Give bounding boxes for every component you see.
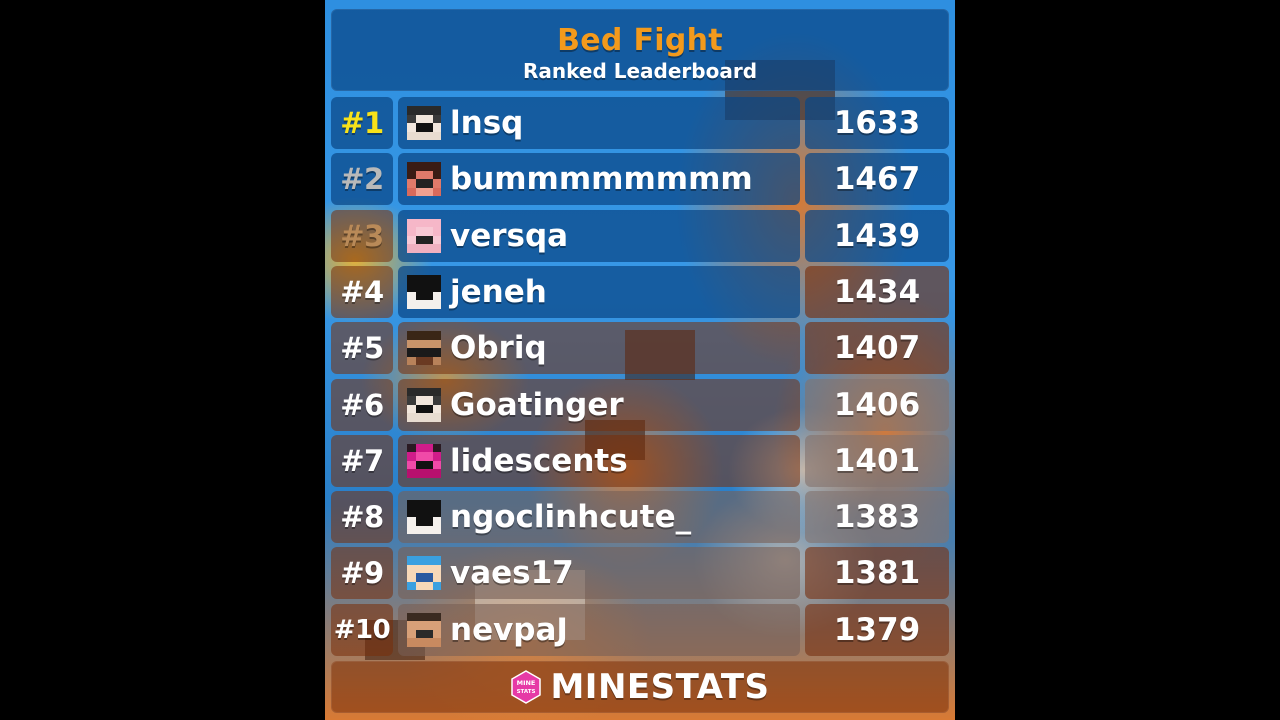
leaderboard-title: Bed Fight [557, 23, 723, 58]
leaderboard-subtitle: Ranked Leaderboard [522, 59, 758, 83]
rank-badge: #8 [331, 491, 393, 544]
player-name: bummmmmmmm [450, 161, 753, 198]
rank-badge: #9 [331, 547, 393, 600]
player-name: jeneh [450, 273, 547, 310]
logo-mark-bottom: STATS [517, 689, 536, 695]
player-score: 1401 [805, 434, 949, 487]
rank-badge: #6 [331, 378, 393, 431]
player-score: 1379 [805, 603, 949, 656]
rank-label: #2 [340, 162, 384, 197]
red-face-icon [407, 162, 441, 197]
player-name: versqa [450, 217, 569, 254]
player-name-cell: Obriq [398, 322, 800, 375]
rank-label: #10 [333, 614, 391, 645]
brand-name: MINESTATS [550, 667, 770, 707]
tan-face-icon [407, 612, 441, 647]
dark-hair-icon [407, 387, 441, 422]
player-name: ngoclinhcute_ [450, 499, 692, 536]
magenta-face-icon [407, 443, 441, 478]
rank-badge: #4 [331, 265, 393, 318]
rank-badge: #3 [331, 209, 393, 262]
rank-label: #6 [340, 387, 384, 422]
player-score: 1407 [805, 322, 949, 375]
player-name: lidescents [450, 442, 628, 479]
player-name-cell: lidescents [398, 434, 800, 487]
player-name: vaes17 [450, 555, 574, 592]
rank-badge: #5 [331, 322, 393, 375]
player-name-cell: jeneh [398, 265, 800, 318]
player-name: Obriq [450, 330, 547, 367]
player-name: lnsq [450, 105, 524, 141]
player-score: 1406 [805, 378, 949, 431]
rank-label: #4 [340, 274, 384, 309]
dark-hair-icon [407, 106, 441, 140]
sunglasses-face-icon [407, 331, 441, 366]
player-name-cell: lnsq [398, 97, 800, 149]
rank-label: #9 [340, 556, 384, 591]
player-score: 1383 [805, 491, 949, 544]
player-score: 1633 [805, 97, 949, 149]
rank-label: #7 [340, 443, 384, 478]
rank-badge: #1 [331, 97, 393, 149]
player-name-cell: ngoclinhcute_ [398, 491, 800, 544]
logo-mark-top: MINE [517, 679, 536, 687]
player-name-cell: Goatinger [398, 378, 800, 431]
player-name-cell: versqa [398, 209, 800, 262]
leaderboard-panel: Bed Fight Ranked Leaderboard #1 lnsq 1633 #… [325, 0, 955, 720]
rank-label: #1 [340, 106, 384, 140]
branding-footer: MINE STATS MINESTATS [331, 661, 949, 713]
rank-badge: #2 [331, 153, 393, 206]
minestats-hexagon-icon: MINE STATS [510, 670, 542, 704]
player-score: 1467 [805, 153, 949, 206]
rank-label: #3 [340, 218, 384, 253]
player-name-cell: nevpaJ [398, 603, 800, 656]
rank-label: #8 [340, 500, 384, 535]
rank-badge: #7 [331, 434, 393, 487]
player-name-cell: vaes17 [398, 547, 800, 600]
black-hair-icon [407, 274, 441, 309]
leaderboard-header: Bed Fight Ranked Leaderboard [331, 9, 949, 91]
rank-label: #5 [340, 331, 384, 366]
blue-hood-icon [407, 556, 441, 591]
player-score: 1439 [805, 209, 949, 262]
black-hair-icon [407, 500, 441, 535]
player-score: 1381 [805, 547, 949, 600]
rank-badge: #10 [331, 603, 393, 656]
player-name: Goatinger [450, 386, 624, 423]
player-name-cell: bummmmmmmm [398, 153, 800, 206]
pink-face-icon [407, 218, 441, 253]
player-score: 1434 [805, 265, 949, 318]
player-name: nevpaJ [450, 611, 568, 648]
